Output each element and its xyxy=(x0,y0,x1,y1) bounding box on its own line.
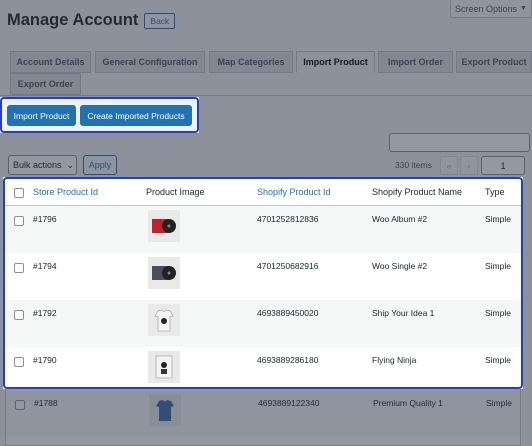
tab-general-configuration[interactable]: General Configuration xyxy=(95,51,205,73)
current-page-input[interactable]: 1 xyxy=(481,156,525,175)
shopify-product-name: Premium Quality 1 xyxy=(373,398,443,408)
page-title: Manage Account xyxy=(7,11,139,29)
tab-export-product[interactable]: Export Product xyxy=(456,51,532,73)
tab-map-categories[interactable]: Map Categories xyxy=(209,51,293,73)
apply-button[interactable]: Apply xyxy=(83,155,117,175)
screen-options-label: Screen Options xyxy=(455,3,518,14)
tab-import-product[interactable]: Import Product xyxy=(296,51,375,73)
bulk-actions-label: Bulk actions xyxy=(13,160,62,170)
tab-import-order[interactable]: Import Order xyxy=(378,51,453,73)
store-product-id: #1788 xyxy=(34,398,58,408)
tabs-divider xyxy=(0,95,532,96)
screen-options-button[interactable]: Screen Options ▼ xyxy=(450,0,532,18)
items-count: 330 items xyxy=(395,160,432,170)
prev-page-button[interactable]: ‹ xyxy=(460,156,478,175)
chevron-down-icon: ⌄ xyxy=(66,159,75,170)
bulk-actions-select[interactable]: Bulk actions ⌄ xyxy=(8,155,77,175)
table-row: #1788 4693889122340 Premium Quality 1 Si… xyxy=(6,390,520,437)
row-checkbox[interactable] xyxy=(15,400,25,410)
search-input[interactable] xyxy=(389,133,530,152)
manage-account-page: Screen Options ▼ Manage Account Back Acc… xyxy=(0,0,532,446)
product-thumbnail-tshirt xyxy=(149,394,181,426)
actions-highlight-frame xyxy=(0,97,199,133)
chevron-down-icon: ▼ xyxy=(520,5,527,12)
products-table-continued: #1788 4693889122340 Premium Quality 1 Si… xyxy=(5,390,521,446)
first-page-button[interactable]: « xyxy=(440,156,458,175)
title-row: Manage Account Back xyxy=(7,11,176,30)
tab-export-order[interactable]: Export Order xyxy=(10,73,81,95)
product-type: Simple xyxy=(486,398,512,408)
shopify-product-id: 4693889122340 xyxy=(258,398,320,408)
back-button[interactable]: Back xyxy=(144,12,176,29)
tab-account-details[interactable]: Account Details xyxy=(10,51,91,73)
table-highlight-frame xyxy=(3,177,523,389)
